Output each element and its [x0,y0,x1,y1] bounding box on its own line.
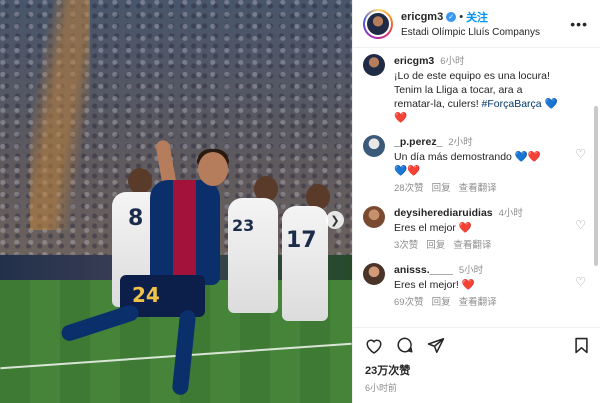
comment-text: Eres el mejor ❤️ [394,222,472,234]
post-age: 6小时前 [365,383,398,393]
caption: ericgm3 6小时 ¡Lo de este equipo es una lo… [363,54,590,125]
follow-button[interactable]: 关注 [466,9,488,25]
caption-hashtag[interactable]: #ForçaBarça [482,98,542,110]
author-avatar[interactable] [363,8,393,39]
author-username[interactable]: ericgm3 [401,11,443,23]
translate-button[interactable]: 查看翻译 [459,296,497,310]
comment-text-extra: 💙❤️ [394,165,421,177]
reply-button[interactable]: 回复 [432,182,451,196]
jersey-number-right: 17 [286,228,317,253]
author-avatar-small[interactable] [363,54,385,76]
comment-item: anisss.____ 5小时 Eres el mejor! ❤️ 69次赞 回… [363,263,590,310]
comment-username[interactable]: deysiherediaruidias [394,207,493,219]
post-location[interactable]: Estadi Olímpic Lluís Companys [401,27,540,38]
like-heart-icon[interactable] [365,337,383,354]
jersey-number-main: 24 [132,283,160,307]
caption-username[interactable]: ericgm3 [394,55,434,67]
comments-list: ericgm3 6小时 ¡Lo de este equipo es una lo… [353,48,600,325]
separator-dot: • [459,11,464,23]
comment-time: 5小时 [458,265,484,276]
opponent-head [128,168,152,194]
comment-text: Un día más demostrando 💙❤️ [394,151,541,163]
like-count[interactable]: 23万次赞 [365,362,589,378]
bookmark-icon[interactable] [574,337,589,354]
comment-time: 2小时 [448,137,473,148]
commenter-avatar[interactable] [363,135,385,157]
translate-button[interactable]: 查看翻译 [459,182,497,196]
jersey-number-left: 8 [128,206,144,231]
comment-likes[interactable]: 28次赞 [394,182,424,196]
more-options-icon[interactable]: ••• [570,16,588,32]
post-side-panel: ericgm3 ✓ • 关注 Estadi Olímpic Lluís Comp… [352,0,600,403]
reply-button[interactable]: 回复 [432,296,451,310]
commenter-avatar[interactable] [363,206,385,228]
post-photo[interactable]: 8 23 17 24 ❯ [0,0,352,403]
caption-time: 6小时 [440,56,465,67]
comment-heart-icon[interactable]: ♡ [575,147,586,161]
comment-item: _p.perez_ 2小时 Un día más demostrando 💙❤️… [363,135,590,196]
comment-text: Eres el mejor! ❤️ [394,279,475,291]
verified-badge-icon: ✓ [446,12,457,22]
commenter-avatar[interactable] [363,263,385,285]
instagram-post-view: 8 23 17 24 ❯ ericgm3 ✓ • 关注 Estadi Olímp… [0,0,600,403]
reply-button[interactable]: 回复 [426,239,445,253]
comment-bubble-icon[interactable] [396,336,414,354]
comment-time: 4小时 [498,208,523,219]
comment-username[interactable]: anisss.____ [394,264,453,276]
comment-likes[interactable]: 3次赞 [394,239,418,253]
jersey-number-mid: 23 [232,216,255,235]
comment-item: deysiherediaruidias 4小时 Eres el mejor ❤️… [363,206,590,253]
share-send-icon[interactable] [427,337,445,354]
opponent-player-right [282,206,328,321]
comment-heart-icon[interactable]: ♡ [575,218,586,232]
post-actions: 23万次赞 6小时前 [353,327,600,394]
comment-username[interactable]: _p.perez_ [394,136,442,148]
player-head [198,152,228,186]
stadium-steps [30,0,90,230]
comment-heart-icon[interactable]: ♡ [575,275,586,289]
translate-button[interactable]: 查看翻译 [453,239,491,253]
next-image-button[interactable]: ❯ [326,211,344,229]
comments-scrollbar[interactable] [594,106,598,266]
chevron-right-icon: ❯ [330,214,340,227]
barca-jersey [150,180,220,285]
post-header: ericgm3 ✓ • 关注 Estadi Olímpic Lluís Comp… [353,0,600,48]
comment-likes[interactable]: 69次赞 [394,296,424,310]
